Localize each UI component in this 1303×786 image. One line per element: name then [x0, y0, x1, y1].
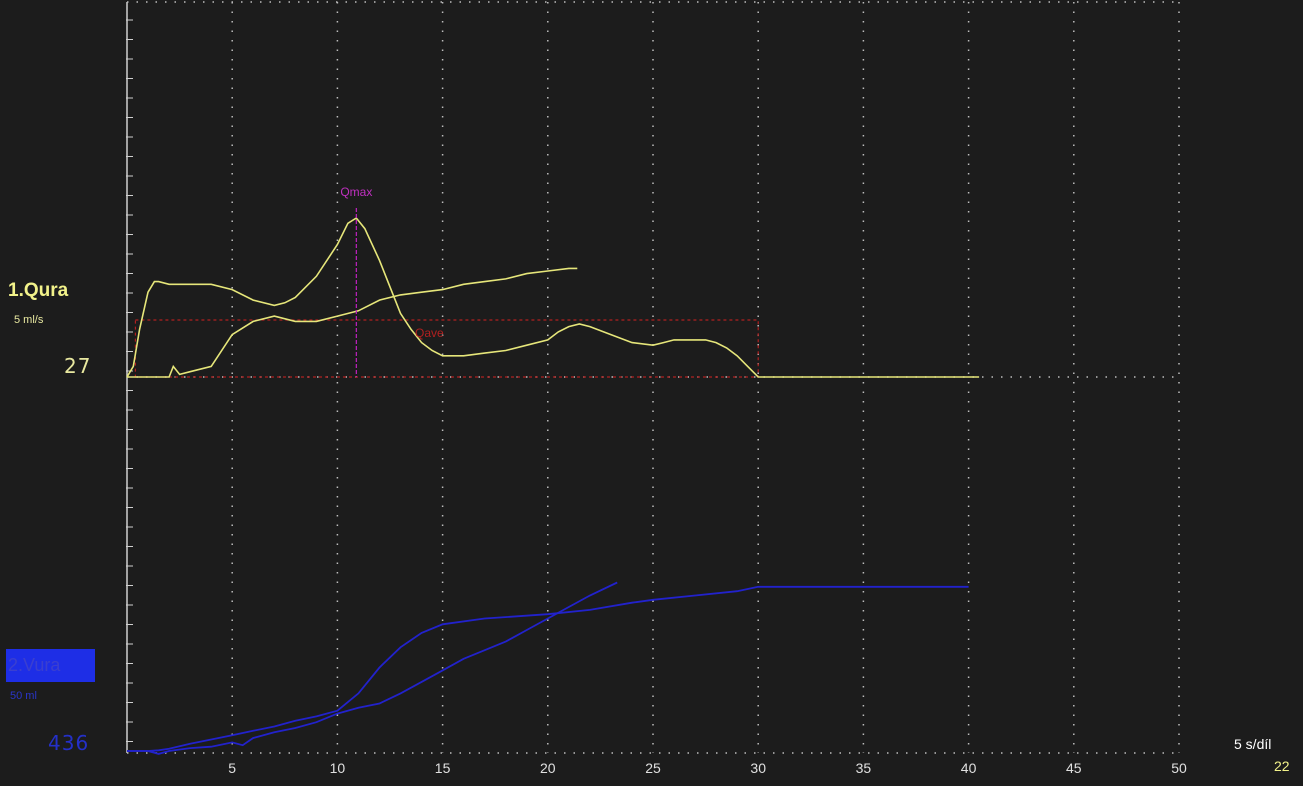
x-tick-label: 20: [540, 760, 556, 776]
page-number: 22: [1274, 758, 1290, 774]
timebase-label: 5 s/díl: [1234, 736, 1272, 752]
qura-trace-1: [126, 216, 980, 378]
channel1-unit: 5 ml/s: [14, 314, 44, 326]
x-tick-label: 30: [750, 760, 766, 776]
qmax-label: Qmax: [340, 185, 372, 199]
x-tick-label: 25: [645, 760, 661, 776]
uroflow-chart: Qmax Qave 5 10 15 20 25 30 35 40 45 50: [126, 1, 1187, 776]
x-tick-label: 35: [856, 760, 872, 776]
x-tick-label: 5: [228, 760, 236, 776]
vura-trace-2: [127, 581, 618, 755]
channel2-unit: 50 ml: [10, 690, 37, 702]
x-tick-label: 15: [435, 760, 451, 776]
x-tick-label: 50: [1171, 760, 1187, 776]
channel1-value: 27: [64, 354, 92, 378]
qave-box: [134, 319, 759, 378]
qave-label: Qave: [415, 326, 444, 340]
qave-rectangle: [134, 319, 759, 378]
x-axis-ticks: 5 10 15 20 25 30 35 40 45 50: [228, 760, 1187, 776]
x-tick-label: 40: [961, 760, 977, 776]
channel1-label: 1.Qura: [8, 280, 69, 301]
channel2-value: 436: [48, 731, 90, 755]
x-tick-label: 45: [1066, 760, 1082, 776]
x-tick-label: 10: [330, 760, 346, 776]
channel2-label: 2.Vura: [6, 649, 95, 682]
qura-traces: [126, 216, 980, 378]
